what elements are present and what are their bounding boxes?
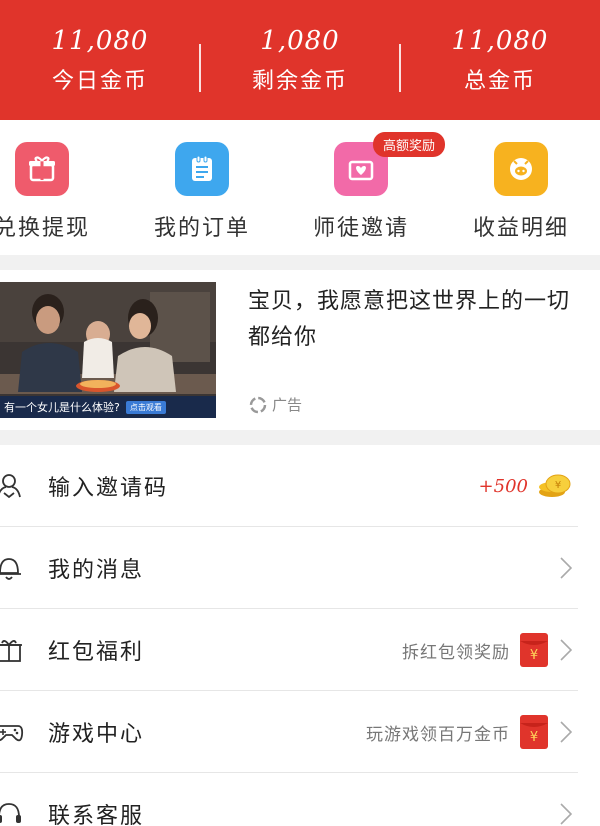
invite-code-icon xyxy=(0,469,26,503)
gamepad-icon xyxy=(0,715,26,749)
svg-text:¥: ¥ xyxy=(530,648,538,663)
section-divider xyxy=(0,255,600,270)
action-income-details[interactable]: 收益明细 xyxy=(461,142,581,242)
menu-item-label: 我的消息 xyxy=(48,558,145,583)
settings-menu: 输入邀请码 +500 ¥ 我的消息 红包福利 拆红包领奖励 ¥ 游戏中心 玩游戏… xyxy=(0,445,600,826)
total-coins-stat[interactable]: 11,080 总金币 xyxy=(399,0,600,120)
red-envelope-icon: ¥ xyxy=(520,715,548,749)
menu-item-invite-code[interactable]: 输入邀请码 +500 ¥ xyxy=(0,445,600,527)
message-bell-icon xyxy=(0,551,26,585)
menu-item-right: 拆红包领奖励 ¥ xyxy=(402,633,572,667)
menu-item-customer-service[interactable]: 联系客服 xyxy=(0,773,600,826)
ad-watch-tag[interactable]: 点击观看 xyxy=(125,400,166,414)
menu-item-label: 红包福利 xyxy=(48,640,145,665)
quick-actions: 兑换提现 我的订单 高额奖励 师徒邀请 收益明细 xyxy=(0,120,600,255)
customer-service-icon xyxy=(0,797,26,826)
total-coins-value: 11,080 xyxy=(451,26,549,56)
action-label: 我的订单 xyxy=(153,216,250,241)
ad-card[interactable]: 有一个女儿是什么体验? 点击观看 宝贝，我愿意把这世界上的一切都给你 广告 xyxy=(0,270,600,430)
ad-title[interactable]: 宝贝，我愿意把这世界上的一切都给你 xyxy=(248,284,578,356)
coin-stats-header: 11,080 今日金币 1,080 剩余金币 11,080 总金币 xyxy=(0,0,600,120)
ad-mark: 广告 xyxy=(248,394,302,415)
chevron-right-icon xyxy=(560,639,572,661)
menu-item-right: 玩游戏领百万金币 ¥ xyxy=(366,715,572,749)
invite-reward-amount: +500 xyxy=(478,475,528,497)
total-coins-label: 总金币 xyxy=(463,69,536,94)
high-reward-badge: 高额奖励 xyxy=(373,132,446,157)
remaining-coins-label: 剩余金币 xyxy=(251,69,348,94)
chevron-right-icon xyxy=(560,721,572,743)
svg-text:¥: ¥ xyxy=(530,730,538,745)
red-packet-gift-icon xyxy=(0,633,26,667)
ad-image-caption-text: 有一个女儿是什么体验? xyxy=(4,401,120,414)
action-label: 师徒邀请 xyxy=(312,216,409,241)
ad-logo-icon xyxy=(249,396,267,413)
menu-item-right xyxy=(560,803,572,825)
remaining-coins-value: 1,080 xyxy=(260,26,340,56)
piggy-bank-icon xyxy=(494,142,548,196)
menu-item-game-center[interactable]: 游戏中心 玩游戏领百万金币 ¥ xyxy=(0,691,600,773)
menu-item-right: +500 ¥ xyxy=(479,473,572,499)
menu-item-messages[interactable]: 我的消息 xyxy=(0,527,600,609)
remaining-coins-stat[interactable]: 1,080 剩余金币 xyxy=(199,0,400,120)
ad-mark-label: 广告 xyxy=(272,396,303,414)
chevron-right-icon xyxy=(560,557,572,579)
order-list-icon xyxy=(175,142,229,196)
menu-item-hint: 玩游戏领百万金币 xyxy=(366,724,510,745)
today-coins-label: 今日金币 xyxy=(51,69,148,94)
action-invite[interactable]: 高额奖励 师徒邀请 xyxy=(301,132,446,242)
gift-icon xyxy=(15,142,69,196)
today-coins-value: 11,080 xyxy=(51,26,149,56)
ad-image[interactable]: 有一个女儿是什么体验? 点击观看 xyxy=(0,282,216,418)
red-envelope-icon: ¥ xyxy=(520,633,548,667)
action-label: 收益明细 xyxy=(472,216,569,241)
menu-item-label: 联系客服 xyxy=(48,804,145,826)
menu-item-label: 输入邀请码 xyxy=(48,476,169,501)
menu-item-red-packet[interactable]: 红包福利 拆红包领奖励 ¥ xyxy=(0,609,600,691)
action-orders[interactable]: 我的订单 xyxy=(142,142,262,242)
action-label: 兑换提现 xyxy=(0,216,90,241)
action-withdraw[interactable]: 兑换提现 xyxy=(0,142,102,242)
menu-item-hint: 拆红包领奖励 xyxy=(402,642,510,663)
menu-item-label: 游戏中心 xyxy=(48,722,145,747)
svg-text:¥: ¥ xyxy=(555,480,561,491)
gold-coins-icon: ¥ xyxy=(539,474,571,497)
menu-item-right xyxy=(560,557,572,579)
ad-image-caption: 有一个女儿是什么体验? 点击观看 xyxy=(0,396,216,418)
section-divider xyxy=(0,430,600,445)
chevron-right-icon xyxy=(560,803,572,825)
today-coins-stat[interactable]: 11,080 今日金币 xyxy=(0,0,200,120)
